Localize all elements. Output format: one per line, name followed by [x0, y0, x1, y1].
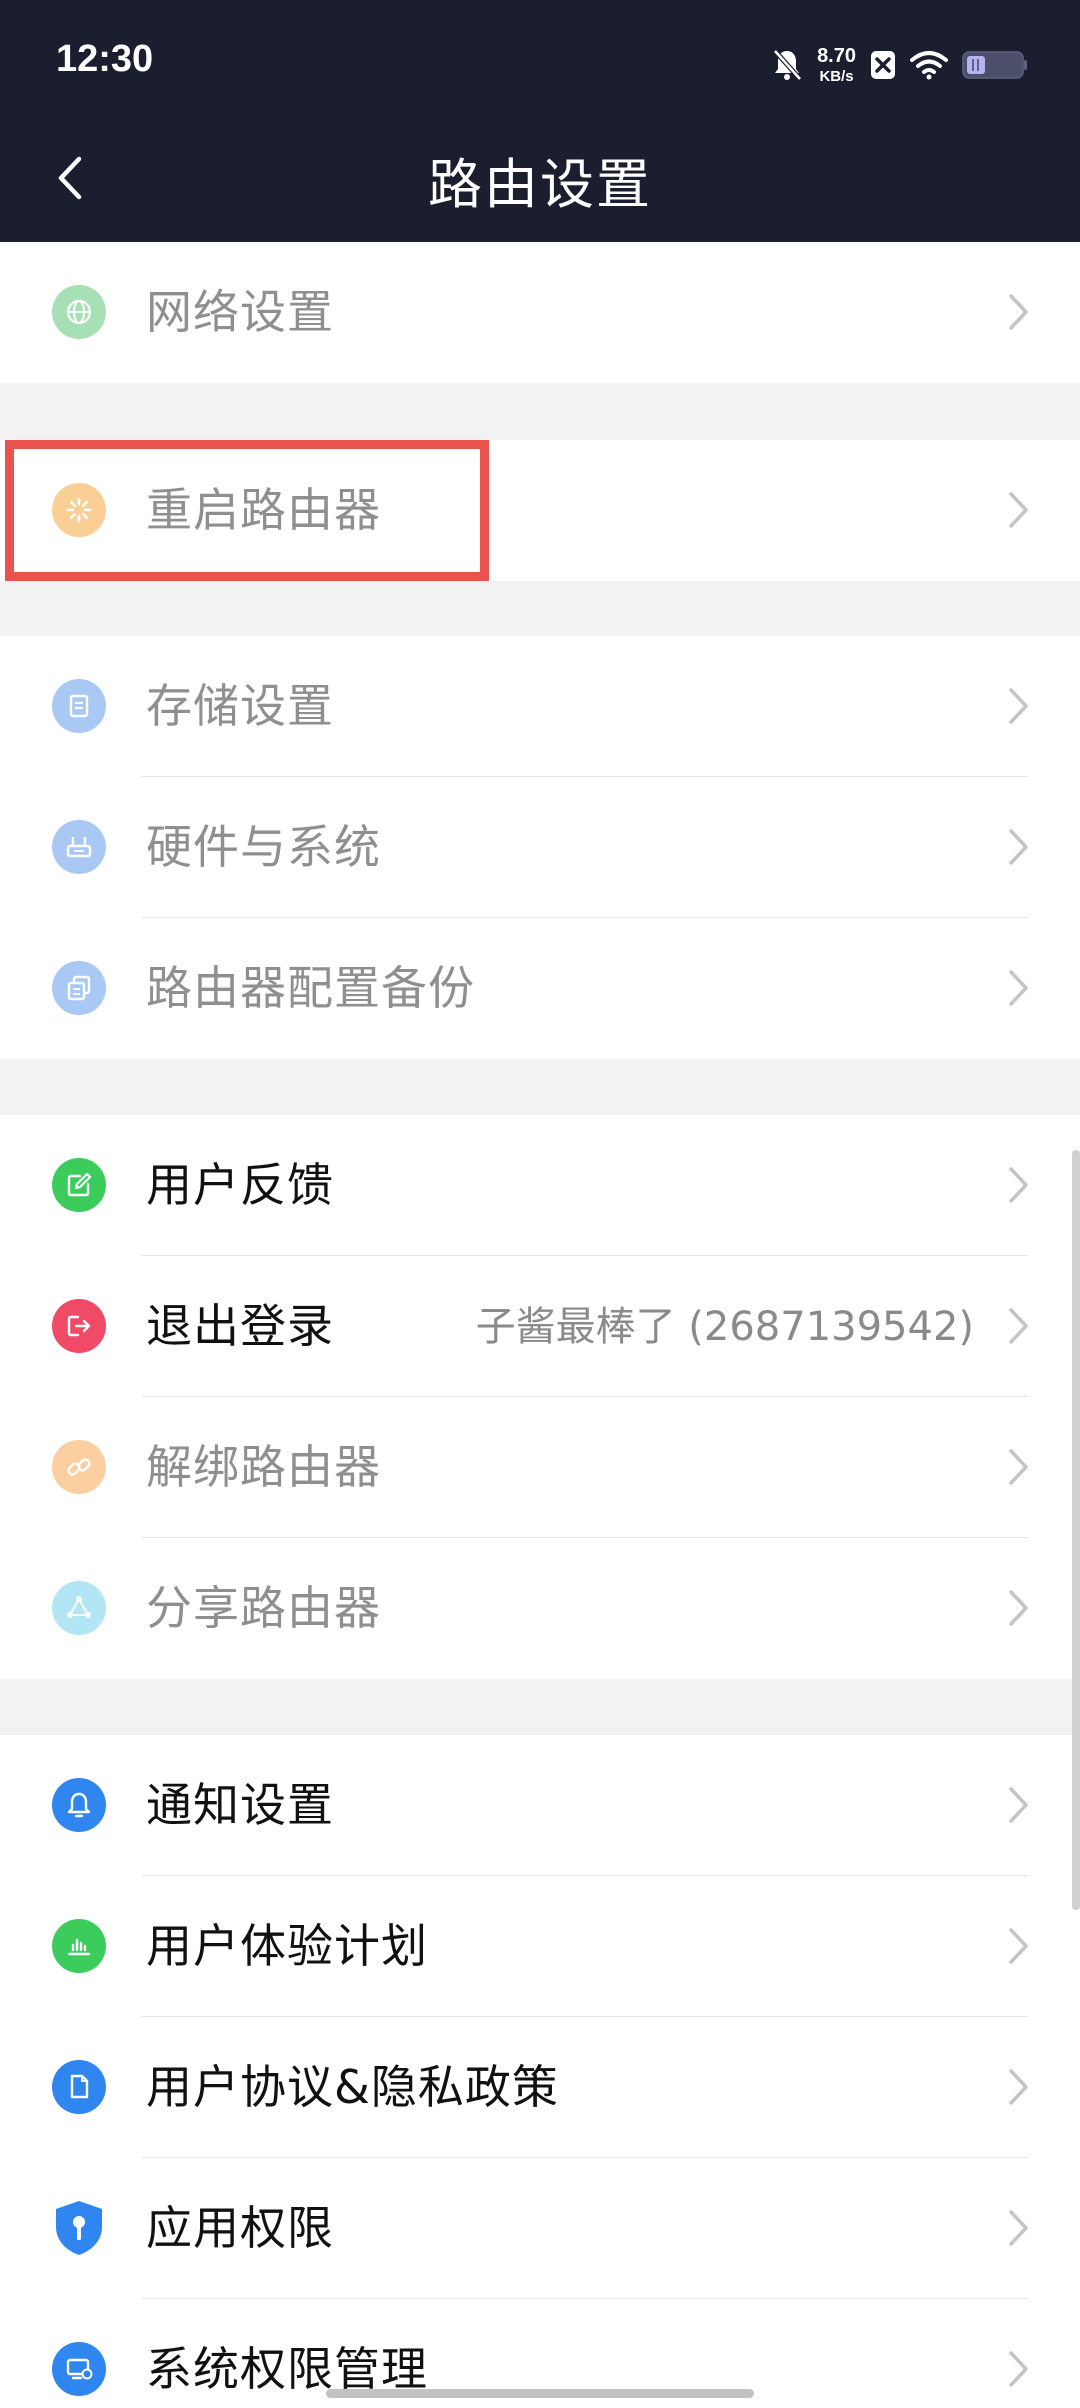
section-account: 用户反馈 退出登录 子酱最棒了 (2687139542) 解绑路由器 分享路由器 [0, 1115, 1080, 1679]
close-box-icon [870, 50, 896, 80]
menu-item-label: 用户反馈 [146, 1158, 334, 1212]
chevron-right-icon [1009, 492, 1028, 528]
home-indicator[interactable] [326, 2389, 754, 2398]
menu-item-user-feedback[interactable]: 用户反馈 [0, 1115, 1080, 1256]
bell-off-icon [771, 48, 803, 82]
menu-item-notification-settings[interactable]: 通知设置 [0, 1735, 1080, 1876]
status-icons: 8.70 KB/s [771, 40, 1028, 90]
status-bar: 12:30 8.70 KB/s [0, 0, 1080, 130]
monitor-settings-icon [52, 2342, 106, 2396]
router-hardware-icon [52, 820, 106, 874]
chevron-right-icon [1009, 2069, 1028, 2105]
menu-item-label: 解绑路由器 [146, 1440, 381, 1494]
menu-item-label: 通知设置 [146, 1778, 334, 1832]
menu-item-logout[interactable]: 退出登录 子酱最棒了 (2687139542) [0, 1256, 1080, 1397]
section-app-settings: 通知设置 用户体验计划 用户协议&隐私政策 应用权限 系统权限管理 [0, 1735, 1080, 2408]
menu-item-restart-router[interactable]: 重启路由器 [0, 440, 1080, 581]
chevron-right-icon [1009, 1928, 1028, 1964]
section-restart: 重启路由器 [0, 440, 1080, 581]
account-name-value: 子酱最棒了 (2687139542) [475, 1304, 974, 1350]
restart-spinner-icon [52, 483, 106, 537]
chevron-right-icon [1009, 688, 1028, 724]
net-speed: 8.70 KB/s [817, 45, 856, 85]
menu-item-hardware-system[interactable]: 硬件与系统 [0, 777, 1080, 918]
page-title: 路由设置 [428, 153, 652, 216]
bell-icon [52, 1778, 106, 1832]
section-network: 网络设置 [0, 242, 1080, 383]
menu-item-user-agreement-privacy[interactable]: 用户协议&隐私政策 [0, 2017, 1080, 2158]
shield-key-icon [52, 2201, 106, 2255]
chevron-right-icon [1009, 829, 1028, 865]
section-router-system: 存储设置 硬件与系统 路由器配置备份 [0, 636, 1080, 1059]
menu-item-router-backup[interactable]: 路由器配置备份 [0, 918, 1080, 1059]
wifi-icon [910, 50, 948, 80]
scrollbar[interactable] [1072, 1150, 1080, 1910]
menu-item-label: 硬件与系统 [146, 820, 381, 874]
menu-item-label: 用户体验计划 [146, 1919, 428, 1973]
menu-item-network-settings[interactable]: 网络设置 [0, 242, 1080, 383]
unlink-icon [52, 1440, 106, 1494]
nav-bar: 路由设置 [0, 130, 1080, 242]
chevron-right-icon [1009, 2351, 1028, 2387]
menu-item-label: 应用权限 [146, 2201, 334, 2255]
menu-item-label: 退出登录 [146, 1299, 334, 1353]
chart-bars-icon [52, 1919, 106, 1973]
chevron-right-icon [1009, 1590, 1028, 1626]
globe-icon [52, 285, 106, 339]
menu-item-storage-settings[interactable]: 存储设置 [0, 636, 1080, 777]
battery-icon [962, 50, 1028, 80]
menu-item-user-experience-plan[interactable]: 用户体验计划 [0, 1876, 1080, 2017]
storage-icon [52, 679, 106, 733]
chevron-right-icon [1009, 1787, 1028, 1823]
app-header: 12:30 8.70 KB/s 路由设置 [0, 0, 1080, 242]
chevron-right-icon [1009, 1449, 1028, 1485]
menu-item-label: 用户协议&隐私政策 [146, 2060, 559, 2114]
menu-item-share-router[interactable]: 分享路由器 [0, 1538, 1080, 1679]
chevron-right-icon [1009, 2210, 1028, 2246]
menu-item-app-permissions[interactable]: 应用权限 [0, 2158, 1080, 2299]
chevron-right-icon [1009, 1308, 1028, 1344]
menu-item-unbind-router[interactable]: 解绑路由器 [0, 1397, 1080, 1538]
backup-copy-icon [52, 961, 106, 1015]
share-icon [52, 1581, 106, 1635]
logout-icon [52, 1299, 106, 1353]
chevron-right-icon [1009, 1167, 1028, 1203]
chevron-right-icon [1009, 294, 1028, 330]
feedback-edit-icon [52, 1158, 106, 1212]
menu-item-label: 网络设置 [146, 285, 334, 339]
menu-item-label: 分享路由器 [146, 1581, 381, 1635]
menu-item-label: 路由器配置备份 [146, 961, 475, 1015]
menu-item-label: 重启路由器 [146, 483, 381, 537]
menu-item-label: 存储设置 [146, 679, 334, 733]
document-icon [52, 2060, 106, 2114]
status-time: 12:30 [56, 38, 154, 80]
chevron-right-icon [1009, 970, 1028, 1006]
